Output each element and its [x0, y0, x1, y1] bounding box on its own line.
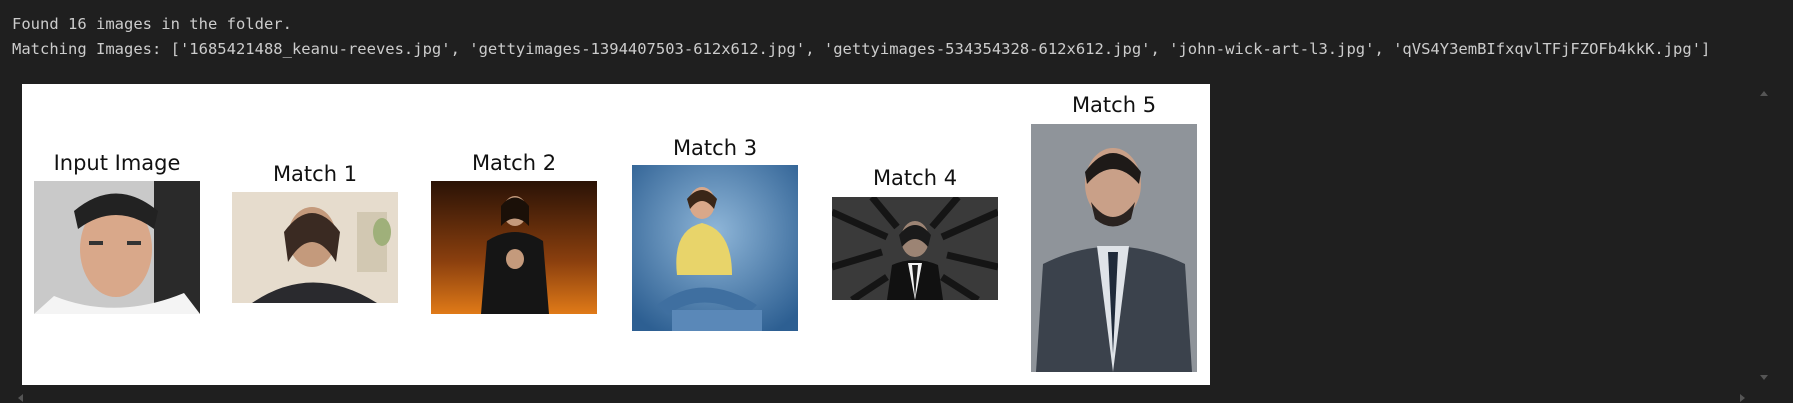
panel-match-3: Match 3: [632, 84, 798, 385]
output-line-count: Found 16 images in the folder.: [12, 15, 292, 33]
match-1-photo: [232, 192, 398, 303]
panel-title: Match 5: [1071, 93, 1157, 117]
panel-input-image: Input Image: [34, 84, 200, 385]
panel-title: Input Image: [53, 151, 181, 175]
matches-figure: Input Image Match 1 Match 2 Match 3 Matc…: [22, 84, 1210, 385]
match-3-photo: [632, 165, 798, 331]
panel-match-1: Match 1: [232, 84, 398, 385]
panel-title: Match 1: [272, 162, 358, 186]
scroll-up-arrow-icon[interactable]: [1760, 91, 1768, 96]
input-image-photo: [34, 181, 200, 314]
panel-match-4: Match 4: [832, 84, 998, 385]
scroll-down-arrow-icon[interactable]: [1760, 375, 1768, 380]
match-5-photo: [1031, 124, 1197, 372]
scroll-left-arrow-icon[interactable]: [18, 394, 23, 402]
output-line-matches: Matching Images: ['1685421488_keanu-reev…: [12, 40, 1711, 58]
panel-title: Match 4: [872, 166, 958, 190]
scroll-right-arrow-icon[interactable]: [1740, 394, 1745, 402]
match-4-photo: [832, 197, 998, 300]
match-2-photo: [431, 181, 597, 314]
panel-match-5: Match 5: [1031, 84, 1197, 385]
panel-match-2: Match 2: [431, 84, 597, 385]
panel-title: Match 3: [672, 136, 758, 160]
panel-title: Match 2: [471, 151, 557, 175]
